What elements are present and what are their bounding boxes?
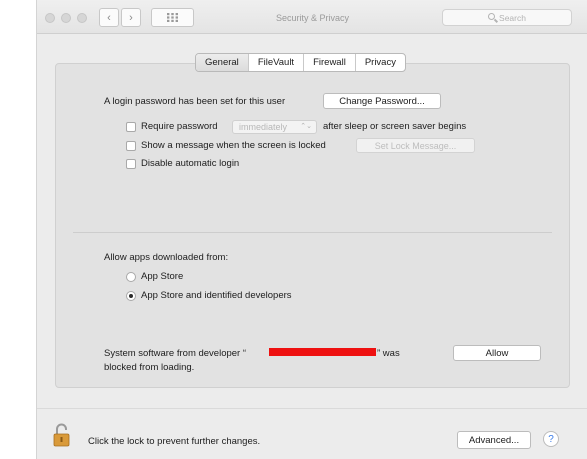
- set-lock-message-button[interactable]: Set Lock Message...: [356, 138, 475, 153]
- title-bar: ‹ › Security & Privacy Search: [37, 0, 587, 34]
- require-password-checkbox[interactable]: [126, 122, 136, 132]
- help-icon: ?: [548, 433, 554, 445]
- search-icon: [488, 13, 496, 20]
- blocked-text-line2: blocked from loading.: [104, 362, 195, 373]
- popup-arrows-icon: ⌃⌄: [300, 123, 312, 130]
- blocked-text-prefix: System software from developer “: [104, 348, 247, 359]
- disable-autologin-label: Disable automatic login: [141, 158, 240, 169]
- section-divider: [73, 232, 552, 233]
- app-store-label: App Store: [141, 271, 184, 282]
- login-password-text: A login password has been set for this u…: [104, 96, 286, 107]
- require-password-popup[interactable]: immediately ⌃⌄: [232, 120, 317, 134]
- require-password-value: immediately: [239, 122, 288, 132]
- allow-button[interactable]: Allow: [453, 345, 541, 361]
- show-message-checkbox[interactable]: [126, 141, 136, 151]
- tab-general[interactable]: General: [196, 54, 249, 71]
- tab-bar: General FileVault Firewall Privacy: [195, 53, 406, 72]
- show-message-label: Show a message when the screen is locked: [141, 140, 326, 151]
- redacted-developer-name: [269, 348, 376, 356]
- identified-developers-label: App Store and identified developers: [141, 290, 292, 301]
- allow-apps-heading: Allow apps downloaded from:: [104, 252, 229, 263]
- advanced-button[interactable]: Advanced...: [457, 431, 531, 449]
- identified-developers-radio[interactable]: [126, 291, 136, 301]
- after-sleep-text: after sleep or screen saver begins: [323, 121, 467, 132]
- security-privacy-window: ‹ › Security & Privacy Search General Fi…: [36, 0, 587, 459]
- search-input[interactable]: Search: [442, 9, 572, 26]
- search-placeholder: Search: [499, 12, 526, 23]
- lock-text: Click the lock to prevent further change…: [88, 436, 261, 447]
- require-password-label: Require password: [141, 121, 218, 132]
- disable-autologin-checkbox[interactable]: [126, 159, 136, 169]
- footer-divider: [37, 408, 587, 409]
- app-store-radio[interactable]: [126, 272, 136, 282]
- tab-privacy[interactable]: Privacy: [356, 54, 405, 71]
- general-pane: [55, 63, 570, 388]
- blocked-text-suffix: ” was: [377, 348, 400, 359]
- tab-firewall[interactable]: Firewall: [304, 54, 356, 71]
- lock-icon[interactable]: [53, 423, 70, 450]
- help-button[interactable]: ?: [543, 431, 559, 447]
- change-password-button[interactable]: Change Password...: [323, 93, 441, 109]
- tab-filevault[interactable]: FileVault: [249, 54, 305, 71]
